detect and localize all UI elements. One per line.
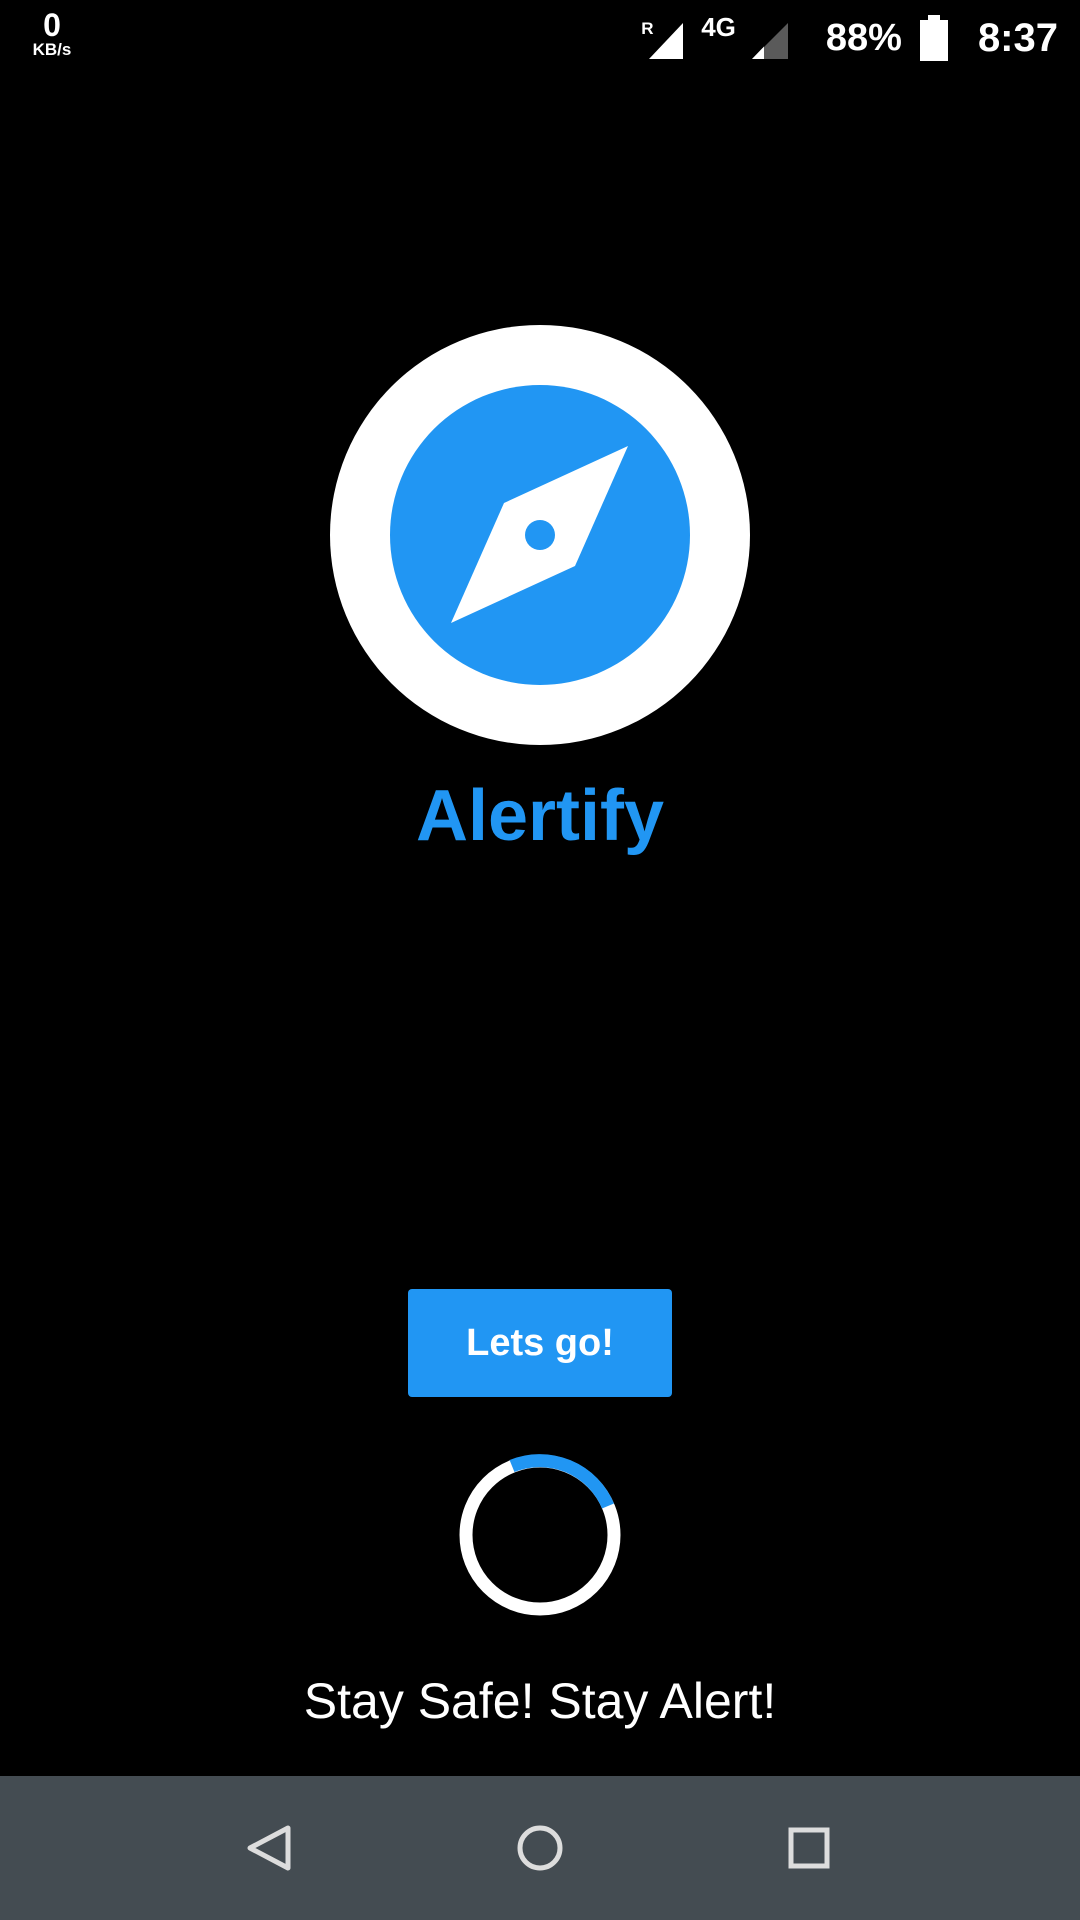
sim1-signal-icon: R [639, 13, 693, 63]
recents-button[interactable] [769, 1808, 849, 1888]
home-circle-icon [517, 1825, 563, 1871]
app-logo [330, 325, 750, 745]
recents-square-icon [788, 1827, 830, 1869]
tagline: Stay Safe! Stay Alert! [303, 1673, 777, 1729]
loading-spinner [458, 1453, 622, 1617]
network-speed-indicator: 0 KB/s [24, 7, 80, 60]
battery-percent: 88% [825, 16, 902, 59]
app-title: Alertify [415, 776, 665, 856]
home-button[interactable] [500, 1808, 580, 1888]
navigation-bar [0, 1776, 1080, 1920]
battery-icon [919, 15, 948, 61]
network-type-label: 4G [701, 12, 736, 42]
network-speed-unit: KB/s [32, 40, 72, 59]
clock: 8:37 [977, 15, 1058, 60]
compass-icon [390, 385, 690, 685]
back-triangle-icon [247, 1825, 291, 1871]
network-speed-value: 0 [43, 7, 61, 43]
sim2-signal-icon [746, 13, 800, 63]
status-icons: R 4G 88% 8:37 [639, 10, 1058, 66]
lets-go-button[interactable]: Lets go! [408, 1289, 672, 1397]
status-bar: 0 KB/s R 4G 88% 8:37 [0, 0, 1080, 80]
back-button[interactable] [230, 1808, 310, 1888]
